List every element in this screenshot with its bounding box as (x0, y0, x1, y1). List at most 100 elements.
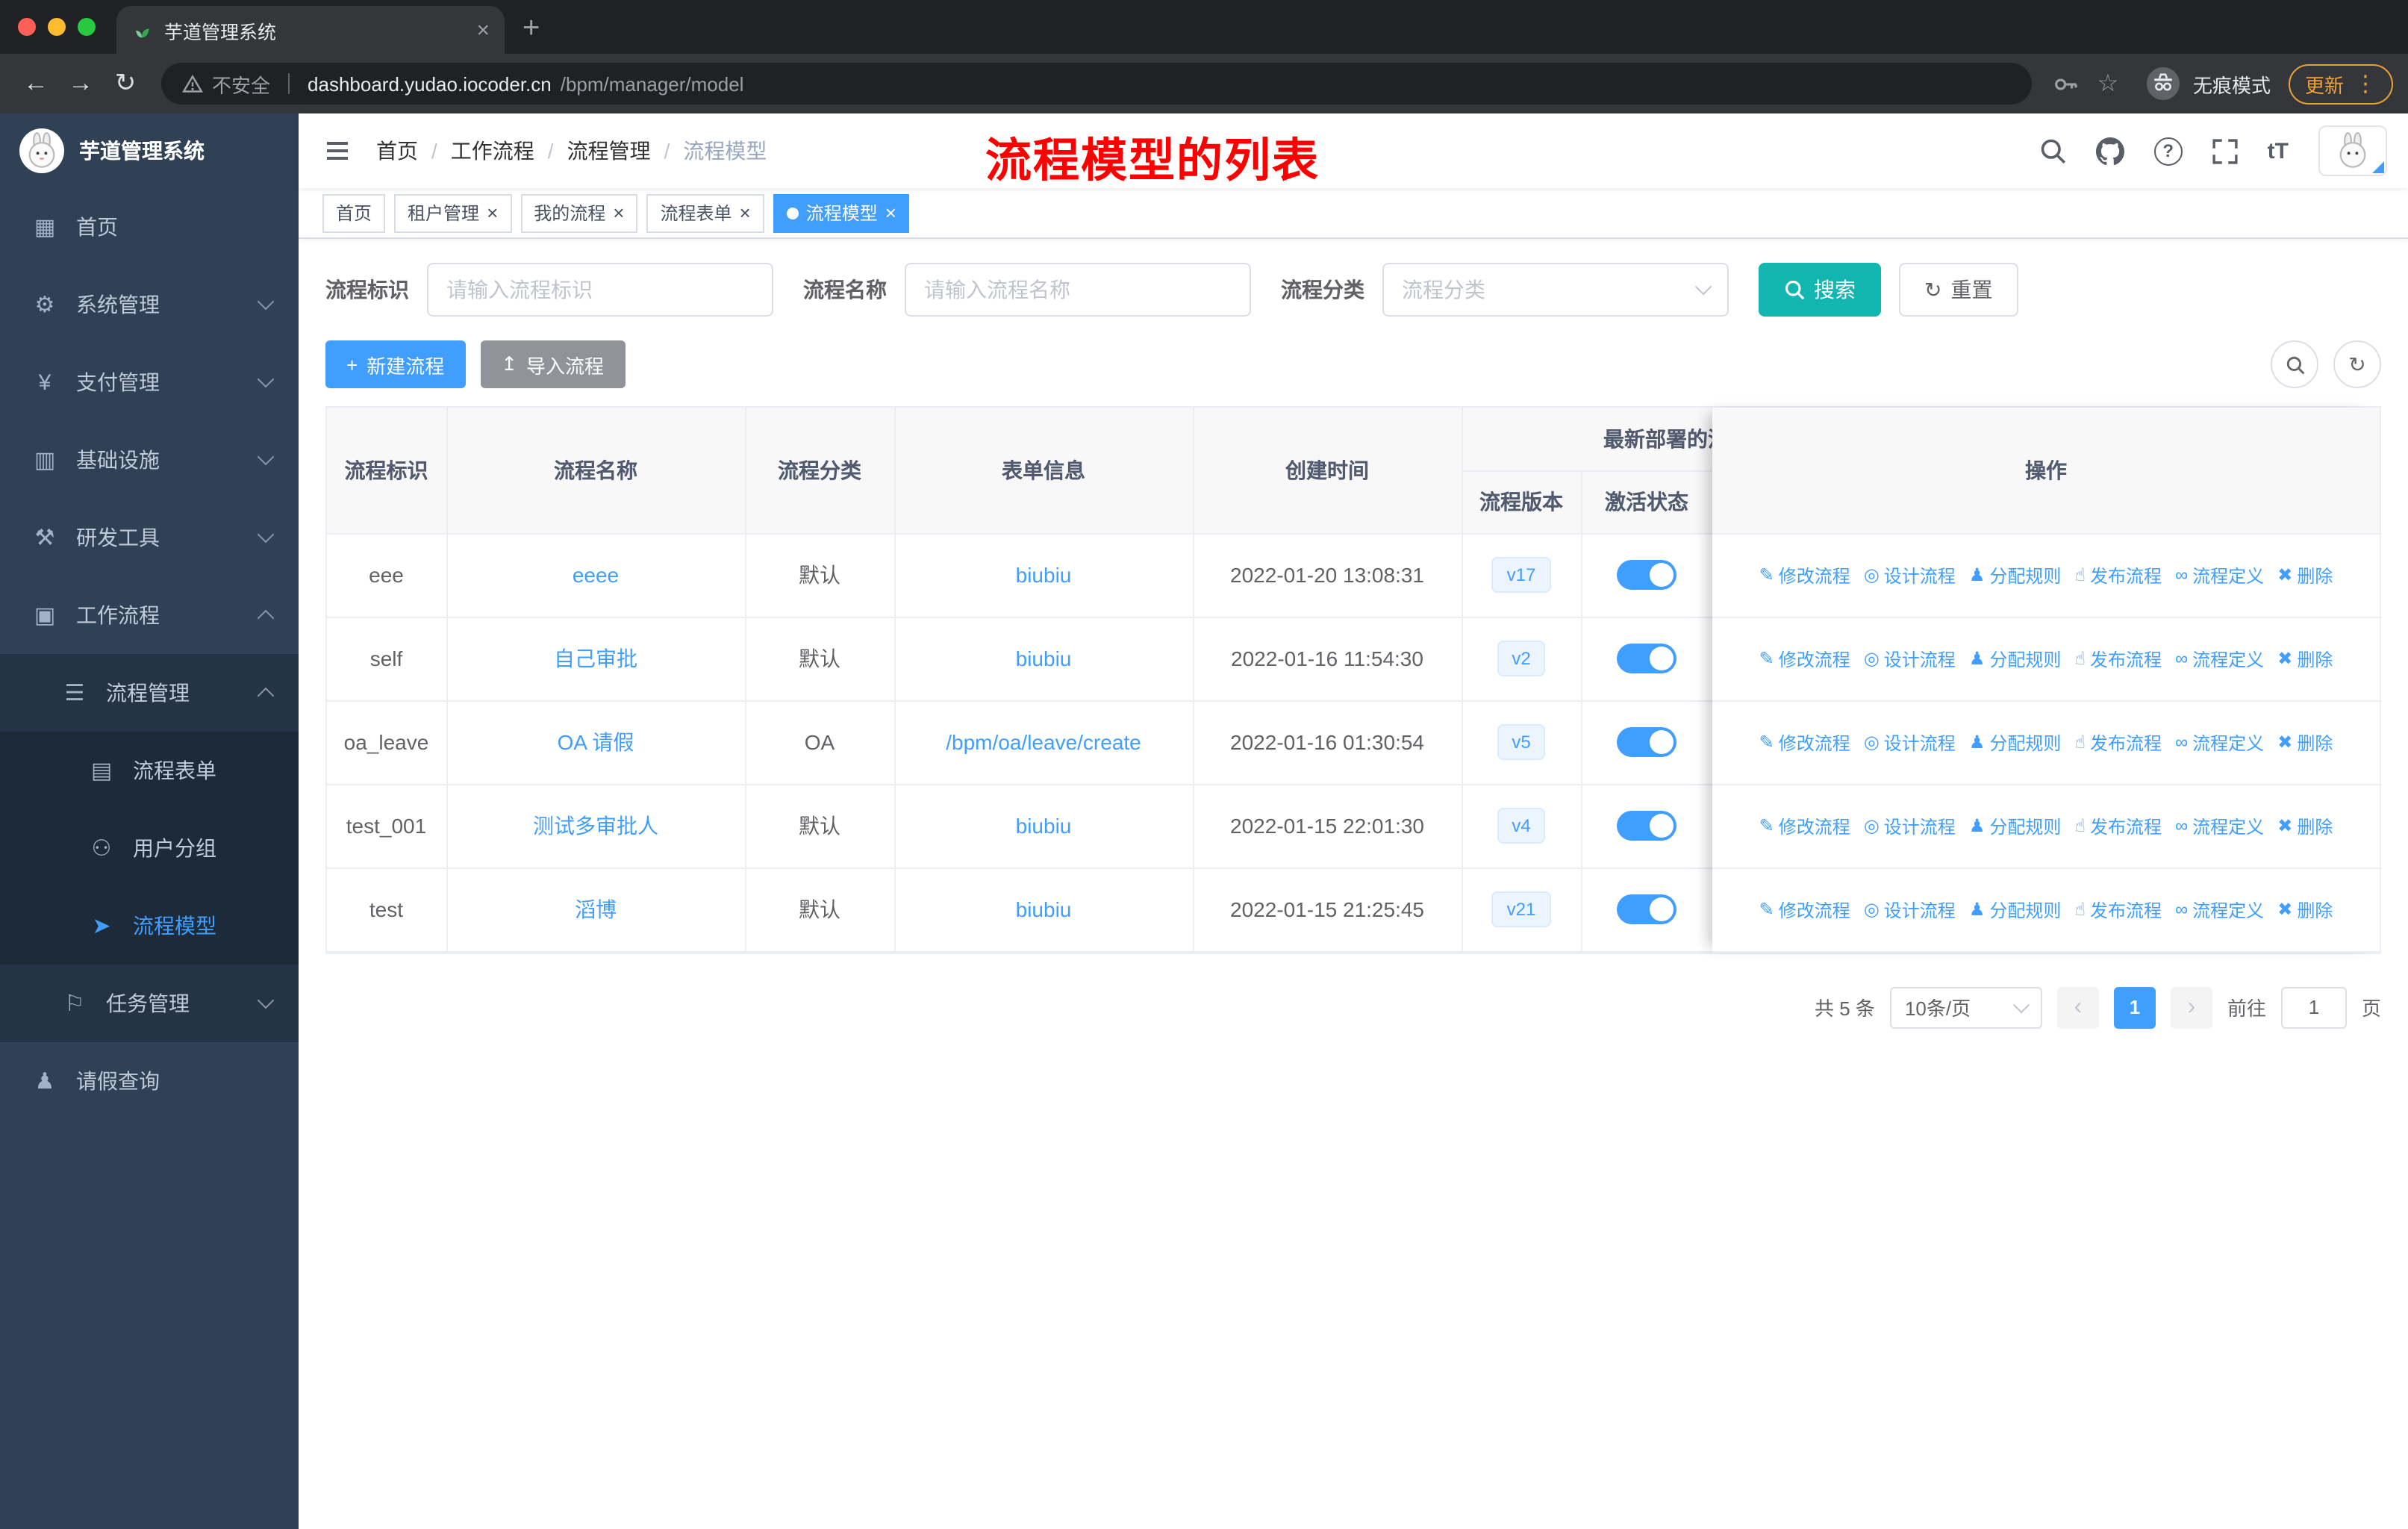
delete-action-link[interactable]: ✖ 删除 (2277, 562, 2333, 588)
refresh-table-button[interactable]: ↻ (2333, 340, 2381, 388)
process-name-link[interactable]: 自己审批 (554, 647, 637, 670)
design-action-link[interactable]: ◎ 设计流程 (1864, 562, 1956, 588)
sidebar-item-system-mgmt[interactable]: ⚙ 系统管理 (0, 266, 299, 343)
publish-action-link[interactable]: ☝ 发布流程 (2074, 646, 2162, 671)
assign-action-link[interactable]: ♟ 分配规则 (1969, 813, 2062, 838)
sidebar-item-dev-tools[interactable]: ⚒ 研发工具 (0, 499, 299, 576)
sidebar-item-leave-query[interactable]: ♟ 请假查询 (0, 1042, 299, 1120)
zoom-window-button[interactable] (78, 18, 96, 36)
tag-item-2[interactable]: 我的流程 × (520, 193, 638, 232)
current-page-button[interactable]: 1 (2113, 986, 2156, 1028)
forward-button[interactable]: → (60, 63, 102, 105)
edit-action-link[interactable]: ✎ 修改流程 (1759, 813, 1850, 838)
font-size-icon[interactable]: tT (2268, 138, 2289, 164)
publish-action-link[interactable]: ☝ 发布流程 (2074, 562, 2162, 588)
tag-item-0[interactable]: 首页 (322, 193, 386, 232)
close-window-button[interactable] (18, 18, 36, 36)
publish-action-link[interactable]: ☝ 发布流程 (2074, 813, 2162, 838)
sidebar-item-user-group[interactable]: ⚇ 用户分组 (0, 809, 299, 887)
definition-action-link[interactable]: ∞ 流程定义 (2175, 562, 2264, 588)
edit-action-link[interactable]: ✎ 修改流程 (1759, 646, 1850, 671)
reset-button[interactable]: ↻ 重置 (1899, 263, 2018, 317)
delete-action-link[interactable]: ✖ 删除 (2277, 646, 2333, 671)
definition-action-link[interactable]: ∞ 流程定义 (2175, 813, 2264, 838)
assign-action-link[interactable]: ♟ 分配规则 (1969, 729, 2062, 755)
hamburger-icon[interactable] (299, 136, 376, 166)
process-name-input[interactable] (905, 263, 1251, 317)
reload-button[interactable]: ↻ (105, 63, 146, 105)
assign-action-link[interactable]: ♟ 分配规则 (1969, 562, 2062, 588)
active-switch[interactable] (1617, 894, 1676, 924)
browser-tab[interactable]: 芋道管理系统 × (116, 6, 505, 54)
sidebar-item-process-model[interactable]: ➤ 流程模型 (0, 887, 299, 965)
create-process-button[interactable]: + 新建流程 (325, 340, 466, 388)
update-button[interactable]: 更新 ⋮ (2288, 63, 2393, 104)
publish-action-link[interactable]: ☝ 发布流程 (2074, 729, 2162, 755)
new-tab-button[interactable]: + (523, 12, 540, 46)
close-icon[interactable]: × (885, 203, 896, 222)
form-info-link[interactable]: /bpm/oa/leave/create (946, 730, 1141, 754)
process-name-link[interactable]: OA 请假 (558, 730, 634, 754)
process-category-select[interactable]: 流程分类 (1382, 263, 1729, 317)
sidebar-item-workflow[interactable]: ▣ 工作流程 (0, 576, 299, 654)
sidebar-item-infrastructure[interactable]: ▥ 基础设施 (0, 421, 299, 499)
close-icon[interactable]: × (740, 203, 751, 222)
design-action-link[interactable]: ◎ 设计流程 (1864, 646, 1956, 671)
edit-action-link[interactable]: ✎ 修改流程 (1759, 729, 1850, 755)
sidebar-item-task-mgmt[interactable]: ⚐ 任务管理 (0, 965, 299, 1042)
delete-action-link[interactable]: ✖ 删除 (2277, 729, 2333, 755)
bookmark-star-icon[interactable]: ☆ (2089, 69, 2127, 99)
tag-item-3[interactable]: 流程表单 × (646, 193, 764, 232)
process-name-link[interactable]: 测试多审批人 (533, 814, 658, 838)
assign-action-link[interactable]: ♟ 分配规则 (1969, 646, 2062, 671)
import-process-button[interactable]: ↥ 导入流程 (480, 340, 626, 388)
url-bar[interactable]: 不安全 dashboard.yudao.iocoder.cn/bpm/manag… (161, 63, 2032, 105)
breadcrumb-home[interactable]: 首页 (376, 136, 418, 166)
browser-menu-icon[interactable]: ⋮ (2354, 70, 2377, 97)
active-switch[interactable] (1617, 560, 1676, 590)
design-action-link[interactable]: ◎ 设计流程 (1864, 813, 1956, 838)
close-icon[interactable]: × (613, 203, 624, 222)
goto-page-input[interactable] (2280, 986, 2347, 1028)
edit-action-link[interactable]: ✎ 修改流程 (1759, 897, 1850, 922)
breadcrumb-workflow[interactable]: 工作流程 (451, 136, 534, 166)
process-key-input[interactable] (427, 263, 773, 317)
breadcrumb-process-mgmt[interactable]: 流程管理 (567, 136, 651, 166)
sidebar-item-process-mgmt[interactable]: ☰ 流程管理 (0, 654, 299, 732)
definition-action-link[interactable]: ∞ 流程定义 (2175, 646, 2264, 671)
tag-item-1[interactable]: 租户管理 × (394, 193, 512, 232)
github-icon[interactable] (2095, 137, 2124, 165)
tag-item-4[interactable]: 流程模型 × (773, 193, 910, 232)
form-info-link[interactable]: biubiu (1016, 647, 1072, 670)
tab-close-icon[interactable]: × (476, 17, 490, 43)
sidebar-item-home[interactable]: ▦ 首页 (0, 188, 299, 266)
toggle-search-button[interactable] (2271, 340, 2318, 388)
active-switch[interactable] (1617, 644, 1676, 673)
active-switch[interactable] (1617, 727, 1676, 757)
design-action-link[interactable]: ◎ 设计流程 (1864, 897, 1956, 922)
assign-action-link[interactable]: ♟ 分配规则 (1969, 897, 2062, 922)
next-page-button[interactable]: › (2170, 986, 2212, 1028)
back-button[interactable]: ← (15, 63, 57, 105)
definition-action-link[interactable]: ∞ 流程定义 (2175, 729, 2264, 755)
help-icon[interactable]: ? (2153, 137, 2183, 165)
form-info-link[interactable]: biubiu (1016, 814, 1072, 838)
delete-action-link[interactable]: ✖ 删除 (2277, 813, 2333, 838)
definition-action-link[interactable]: ∞ 流程定义 (2175, 897, 2264, 922)
process-name-link[interactable]: 滔博 (575, 897, 617, 921)
form-info-link[interactable]: biubiu (1016, 897, 1072, 921)
publish-action-link[interactable]: ☝ 发布流程 (2074, 897, 2162, 922)
sidebar-item-pay-mgmt[interactable]: ¥ 支付管理 (0, 343, 299, 421)
form-info-link[interactable]: biubiu (1016, 563, 1072, 587)
close-icon[interactable]: × (487, 203, 498, 222)
search-icon[interactable] (2039, 137, 2066, 164)
fullscreen-icon[interactable] (2212, 138, 2238, 164)
design-action-link[interactable]: ◎ 设计流程 (1864, 729, 1956, 755)
page-size-select[interactable]: 10条/页 (1889, 986, 2042, 1028)
active-switch[interactable] (1617, 811, 1676, 841)
sidebar-item-process-form[interactable]: ▤ 流程表单 (0, 732, 299, 809)
edit-action-link[interactable]: ✎ 修改流程 (1759, 562, 1850, 588)
minimize-window-button[interactable] (48, 18, 66, 36)
search-button[interactable]: 搜索 (1759, 263, 1881, 317)
prev-page-button[interactable]: ‹ (2056, 986, 2099, 1028)
